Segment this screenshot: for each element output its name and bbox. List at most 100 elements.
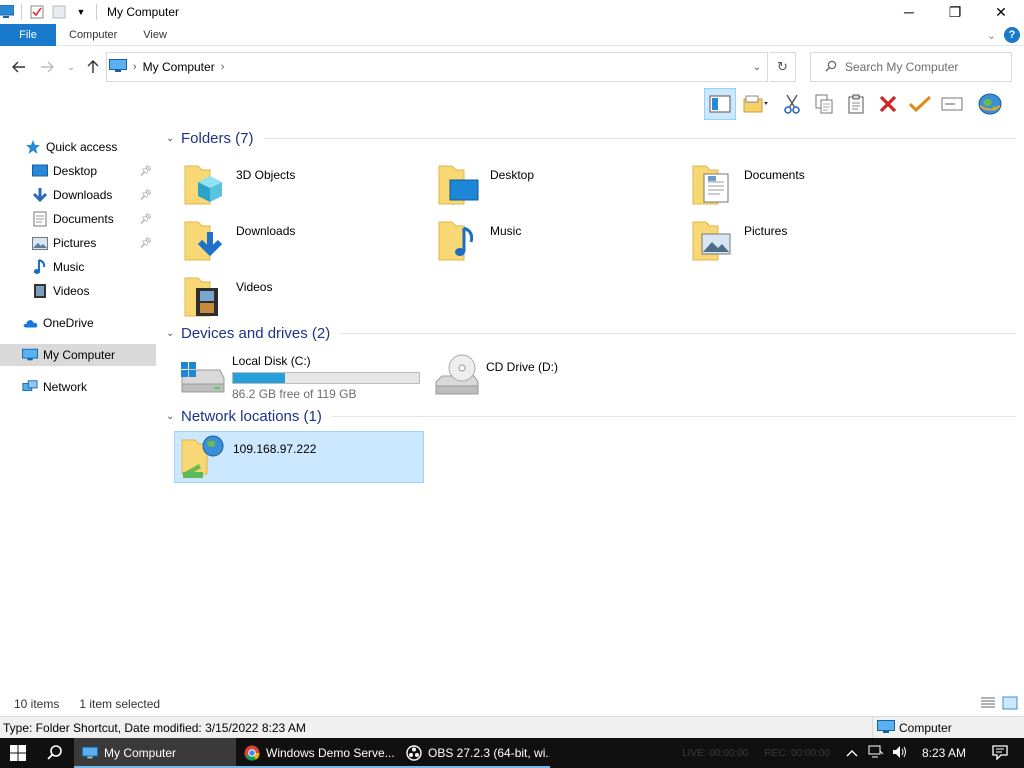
group-header-devices[interactable]: ⌄ Devices and drives (2) [166, 322, 1016, 344]
folder-3d-objects[interactable]: 3D Objects [182, 160, 295, 208]
computer-icon[interactable] [0, 4, 14, 20]
sidebar-item-onedrive[interactable]: OneDrive [0, 312, 156, 334]
search-input[interactable]: Search My Computer [810, 52, 1012, 82]
sidebar-item-label: Downloads [53, 188, 113, 202]
taskbar-search-button[interactable] [36, 738, 74, 768]
sidebar-item-downloads[interactable]: Downloads 📌︎ [0, 184, 156, 206]
up-button[interactable] [84, 58, 102, 76]
address-dropdown-icon[interactable]: ⌄ [747, 53, 767, 81]
chevron-right-icon[interactable]: › [221, 61, 225, 73]
navigation-bar: ⌄ › My Computer › ⌄ ↻ Search My Computer [0, 50, 1024, 84]
folder-pictures[interactable]: Pictures [690, 216, 787, 264]
chrome-icon [244, 745, 260, 761]
taskbar-item-chrome[interactable]: Windows Demo Serve... [236, 738, 398, 768]
network-location-tile: 109.168.97.222 [179, 434, 316, 482]
computer-icon [82, 745, 98, 761]
cut-button[interactable] [776, 88, 808, 120]
computer-icon [109, 58, 127, 76]
folder-downloads[interactable]: Downloads [182, 216, 295, 264]
group-title: Folders (7) [181, 129, 254, 147]
details-view-icon[interactable] [980, 696, 996, 713]
group-header-network[interactable]: ⌄ Network locations (1) [166, 405, 1016, 427]
paste-button[interactable] [840, 88, 872, 120]
search-placeholder: Search My Computer [845, 60, 959, 74]
quick-access-toolbar: ▼ [0, 0, 101, 24]
folder-label: Pictures [744, 224, 788, 238]
taskbar-item-my-computer[interactable]: My Computer [74, 738, 236, 768]
chevron-down-icon[interactable]: ⌄ [166, 328, 181, 339]
cloud-icon [22, 315, 38, 331]
up-arrow-icon [87, 60, 99, 73]
expand-ribbon-icon[interactable]: ⌄ [987, 29, 996, 42]
minimize-button[interactable]: ─ [886, 0, 932, 24]
pin-icon[interactable]: 📌︎ [139, 214, 152, 225]
maximize-button[interactable]: ❐ [932, 0, 978, 24]
folder-label: 3D Objects [236, 168, 296, 182]
tab-view[interactable]: View [130, 24, 180, 46]
copy-button[interactable] [808, 88, 840, 120]
folder-documents[interactable]: Documents [690, 160, 805, 208]
chevron-down-icon[interactable]: ⌄ [166, 133, 181, 144]
sidebar-item-desktop[interactable]: Desktop 📌︎ [0, 160, 156, 182]
sidebar-item-quick-access[interactable]: Quick access [0, 136, 156, 158]
group-header-folders[interactable]: ⌄ Folders (7) [166, 127, 1016, 149]
tab-file[interactable]: File [0, 23, 56, 46]
sidebar-item-label: Network [43, 380, 88, 394]
help-icon[interactable]: ? [1004, 27, 1020, 43]
show-hidden-icons-icon[interactable] [846, 746, 858, 760]
globe-icon [978, 93, 1002, 115]
sidebar-item-label: Documents [53, 212, 114, 226]
new-folder-button[interactable] [736, 88, 776, 120]
properties-button[interactable] [904, 88, 936, 120]
new-folder-icon[interactable] [51, 4, 67, 20]
folder-desktop-icon [436, 160, 484, 208]
folder-desktop[interactable]: Desktop [436, 160, 534, 208]
chevron-down-icon[interactable]: ⌄ [166, 411, 181, 422]
folder-downloads-icon [182, 216, 230, 264]
pin-icon[interactable]: 📌︎ [139, 166, 152, 177]
pin-icon[interactable]: 📌︎ [139, 190, 152, 201]
sidebar-item-documents[interactable]: Documents 📌︎ [0, 208, 156, 230]
drive-label: Local Disk (C:) [232, 354, 311, 368]
taskbar-item-obs[interactable]: OBS 27.2.3 (64-bit, wi... [398, 738, 550, 768]
sidebar-item-videos[interactable]: Videos [0, 280, 156, 302]
close-button[interactable]: ✕ [978, 0, 1024, 24]
network-location-item[interactable]: 109.168.97.222 [174, 431, 424, 483]
navigation-pane-button[interactable] [704, 88, 736, 120]
folder-videos[interactable]: Videos [182, 272, 272, 320]
drive-label: CD Drive (D:) [486, 360, 558, 374]
action-center-icon[interactable] [992, 744, 1008, 763]
properties-icon[interactable] [29, 4, 45, 20]
network-status-icon[interactable] [868, 745, 884, 762]
star-icon [25, 139, 41, 155]
computer-icon [22, 347, 38, 363]
delete-button[interactable] [872, 88, 904, 120]
back-button[interactable] [10, 58, 28, 76]
start-button[interactable] [0, 738, 36, 768]
breadcrumb[interactable]: My Computer [143, 60, 215, 74]
pin-icon[interactable]: 📌︎ [139, 238, 152, 249]
address-bar[interactable]: › My Computer › ⌄ [106, 52, 768, 82]
forward-button[interactable] [38, 58, 56, 76]
sidebar-item-my-computer[interactable]: My Computer [0, 344, 156, 366]
refresh-button[interactable]: ↻ [770, 52, 796, 82]
volume-icon[interactable] [892, 745, 908, 762]
ribbon-tabs: File Computer View [0, 23, 1024, 46]
sidebar-item-network[interactable]: Network [0, 376, 156, 398]
folder-label: Music [490, 224, 522, 238]
sidebar-item-pictures[interactable]: Pictures 📌︎ [0, 232, 156, 254]
recent-locations-button[interactable]: ⌄ [62, 58, 80, 76]
internet-button[interactable] [974, 88, 1006, 120]
rename-button[interactable] [936, 88, 968, 120]
drive-c[interactable]: Local Disk (C:) 86.2 GB free of 119 GB [178, 352, 420, 401]
window-title: My Computer [107, 5, 180, 19]
qat-dropdown-icon[interactable]: ▼ [73, 4, 89, 20]
sidebar-item-music[interactable]: Music [0, 256, 156, 278]
details-bar: Type: Folder Shortcut, Date modified: 3/… [0, 716, 1024, 739]
clock[interactable]: 8:23 AM [922, 746, 966, 760]
drive-d[interactable]: CD Drive (D:) [432, 352, 558, 400]
delete-x-icon [879, 95, 897, 113]
large-icons-view-icon[interactable] [1002, 696, 1018, 713]
tab-computer[interactable]: Computer [56, 24, 130, 46]
folder-music[interactable]: Music [436, 216, 521, 264]
